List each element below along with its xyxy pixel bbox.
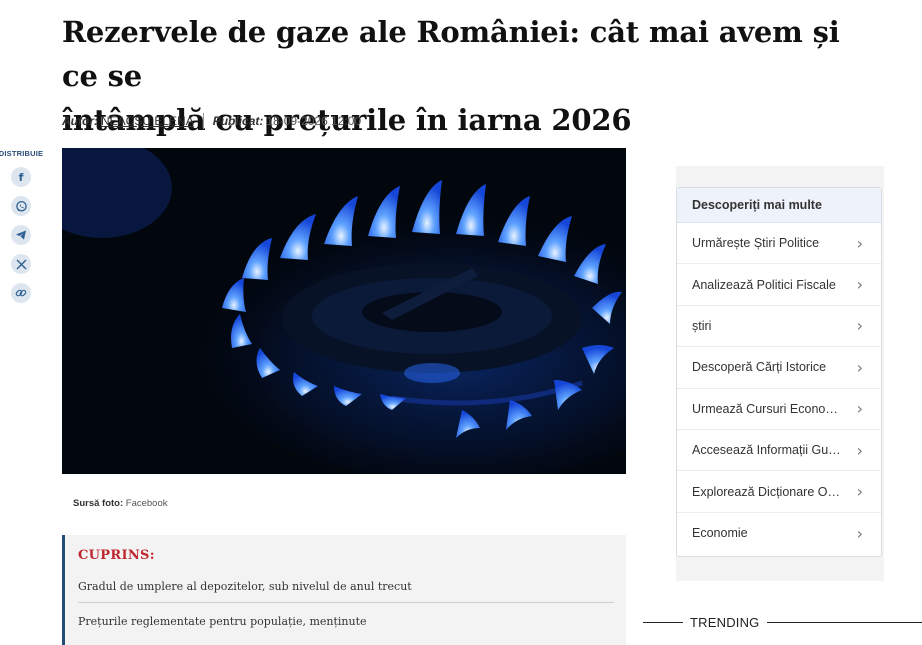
discover-item[interactable]: Accesează Informații Guvernamentale › [677,430,881,471]
byline-divider [203,113,204,129]
whatsapp-icon [15,200,28,213]
chevron-right-icon: › [857,358,863,377]
discover-item[interactable]: Descoperă Cărți Istorice › [677,347,881,388]
photo-source: Facebook [126,498,168,509]
discover-item-label: Urmează Cursuri Economice [692,402,842,416]
chevron-right-icon: › [857,524,863,543]
whatsapp-share-button[interactable] [11,196,31,216]
photo-caption: Sursă foto: Facebook [73,498,168,509]
article-title-line-1: Rezervele de gaze ale României: cât mai … [62,10,842,98]
discover-more-panel: Descoperiți mai multe Urmărește Știri Po… [676,187,882,557]
chevron-right-icon: › [857,399,863,418]
discover-item[interactable]: Urmărește Știri Politice › [677,223,881,264]
chevron-right-icon: › [857,482,863,501]
toc-title: CUPRINS: [78,548,155,563]
share-label: DISTRIBUIE [0,149,43,158]
telegram-share-button[interactable] [11,225,31,245]
link-icon [15,287,27,299]
byline: Autor: NEACȘU ELENA Publicat: 18-09-2026… [62,113,361,129]
discover-item[interactable]: Explorează Dicționare Online › [677,471,881,512]
divider [767,622,922,623]
facebook-share-button[interactable]: f [11,167,31,187]
discover-panel-title: Descoperiți mai multe [677,188,881,223]
discover-item-label: știri [692,319,711,333]
trending-label: TRENDING [690,615,760,630]
x-share-button[interactable] [11,254,31,274]
author-label: Autor: [62,114,98,128]
discover-item-label: Explorează Dicționare Online [692,485,842,499]
gas-flame-illustration [62,148,626,474]
x-icon [16,259,27,270]
share-bar: DISTRIBUIE f [0,149,42,312]
discover-item-label: Urmărește Știri Politice [692,236,819,250]
divider [643,622,683,623]
published-label: Publicat: [213,114,264,128]
article-photo [62,148,626,474]
discover-item[interactable]: știri › [677,306,881,347]
discover-item[interactable]: Economie › [677,513,881,554]
toc-item[interactable]: Prețurile reglementate pentru populație,… [78,615,614,628]
discover-item-label: Descoperă Cărți Istorice [692,360,826,374]
discover-item-label: Analizează Politici Fiscale [692,278,836,292]
table-of-contents: CUPRINS: Gradul de umplere al depozitelo… [62,535,626,645]
trending-header: TRENDING [643,614,922,630]
chevron-right-icon: › [857,234,863,253]
chevron-right-icon: › [857,441,863,460]
discover-item-label: Accesează Informații Guvernamentale [692,443,842,457]
facebook-icon: f [19,171,24,184]
telegram-icon [15,229,27,241]
published-date: 18-09-2026 12:00 [266,114,361,128]
chevron-right-icon: › [857,275,863,294]
discover-item-label: Economie [692,526,748,540]
author-link[interactable]: NEACȘU ELENA [101,114,194,128]
copy-link-button[interactable] [11,283,31,303]
chevron-right-icon: › [857,316,863,335]
photo-source-label: Sursă foto: [73,498,123,509]
discover-item[interactable]: Urmează Cursuri Economice › [677,389,881,430]
discover-item[interactable]: Analizează Politici Fiscale › [677,264,881,305]
toc-item[interactable]: Gradul de umplere al depozitelor, sub ni… [78,580,614,603]
